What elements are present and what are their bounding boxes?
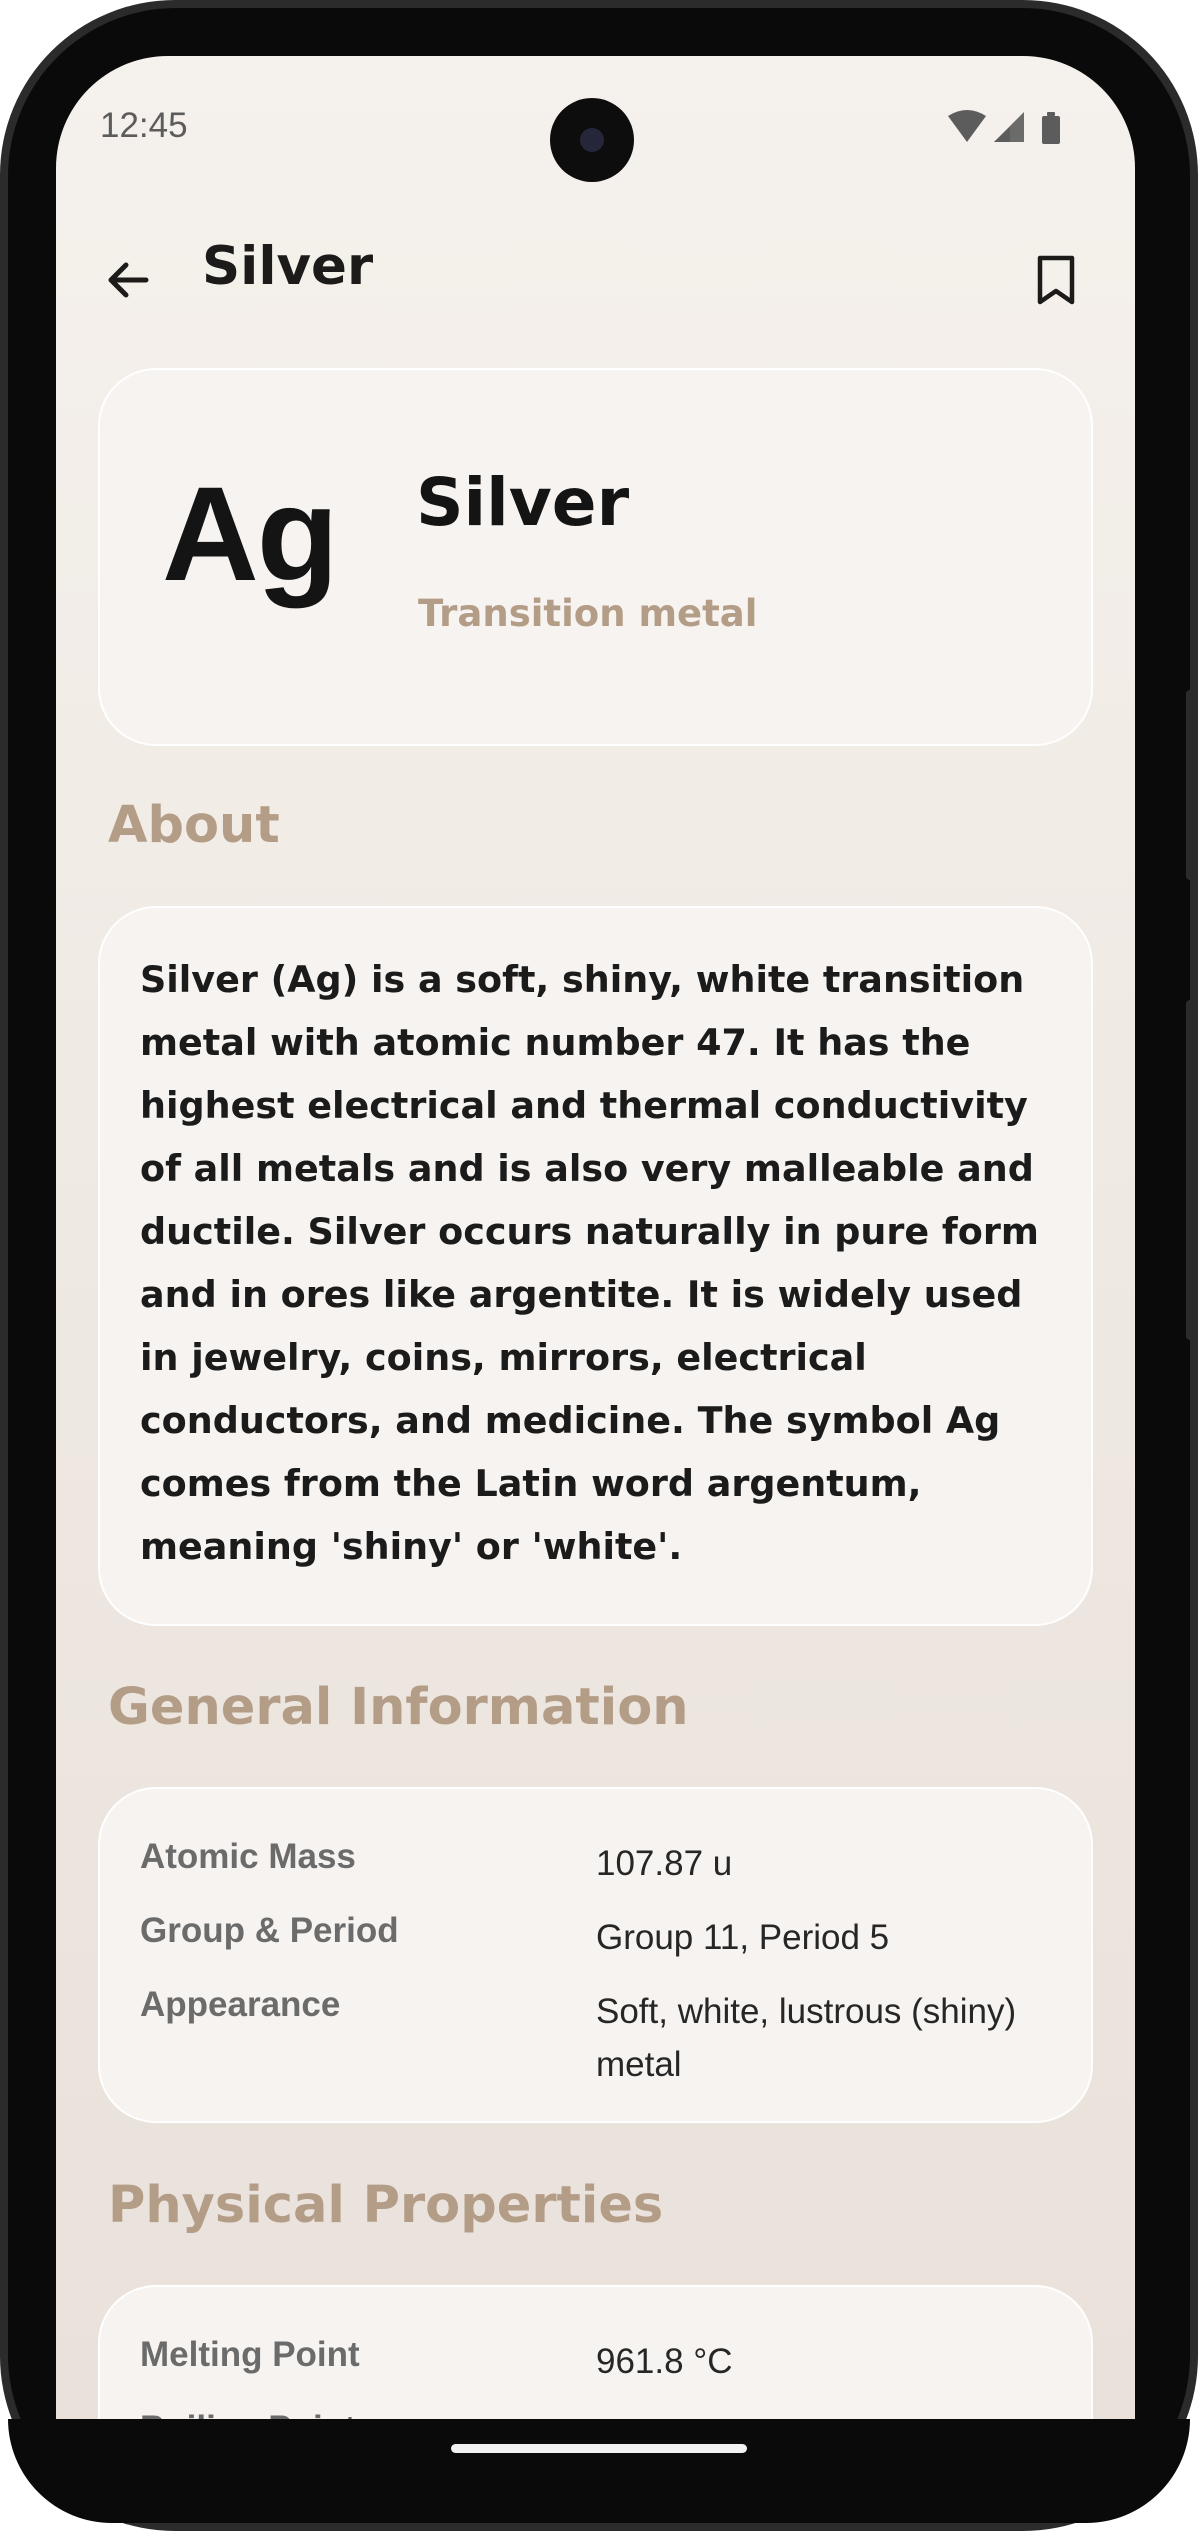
wifi-icon bbox=[948, 110, 986, 142]
element-name: Silver bbox=[416, 464, 630, 541]
battery-icon bbox=[1042, 112, 1060, 144]
info-value: 107.87 u bbox=[596, 1844, 733, 1883]
status-icons bbox=[948, 110, 1060, 144]
info-label: Atomic Mass bbox=[140, 1837, 356, 1876]
physical-properties-heading: Physical Properties bbox=[108, 2176, 664, 2235]
info-label: Appearance bbox=[140, 1985, 341, 2024]
about-card: Silver (Ag) is a soft, shiny, white tran… bbox=[98, 906, 1093, 1626]
physical-properties-card: Melting Point 961.8 °C Boiling Point 216… bbox=[98, 2285, 1093, 2419]
info-label: Boiling Point bbox=[140, 2409, 356, 2419]
volume-button bbox=[1186, 1000, 1198, 1340]
info-value: Soft, white, lustrous (shiny) metal bbox=[596, 1992, 1017, 2084]
power-button bbox=[1186, 690, 1198, 880]
info-value: 2162 °C bbox=[596, 2409, 1066, 2419]
bottom-bezel bbox=[8, 2419, 1190, 2523]
front-camera bbox=[550, 98, 634, 182]
page-title: Silver bbox=[202, 236, 374, 297]
element-symbol: Ag bbox=[162, 460, 339, 609]
arrow-back-icon[interactable] bbox=[100, 252, 156, 308]
about-text: Silver (Ag) is a soft, shiny, white tran… bbox=[140, 958, 1039, 1568]
info-label: Group & Period bbox=[140, 1911, 399, 1950]
screen: 12:45 Silver Ag Silver Transition metal … bbox=[56, 56, 1135, 2419]
home-indicator[interactable] bbox=[451, 2444, 747, 2453]
info-value: Group 11, Period 5 bbox=[596, 1918, 890, 1957]
status-time: 12:45 bbox=[100, 106, 188, 145]
element-category: Transition metal bbox=[418, 592, 758, 635]
element-header-card: Ag Silver Transition metal bbox=[98, 368, 1093, 746]
about-heading: About bbox=[108, 796, 280, 855]
general-information-card: Atomic Mass 107.87 u Group & Period Grou… bbox=[98, 1787, 1093, 2123]
bookmark-outline-icon[interactable] bbox=[1028, 252, 1084, 308]
info-label: Melting Point bbox=[140, 2335, 360, 2374]
general-information-heading: General Information bbox=[108, 1678, 689, 1737]
info-value: 961.8 °C bbox=[596, 2342, 733, 2381]
